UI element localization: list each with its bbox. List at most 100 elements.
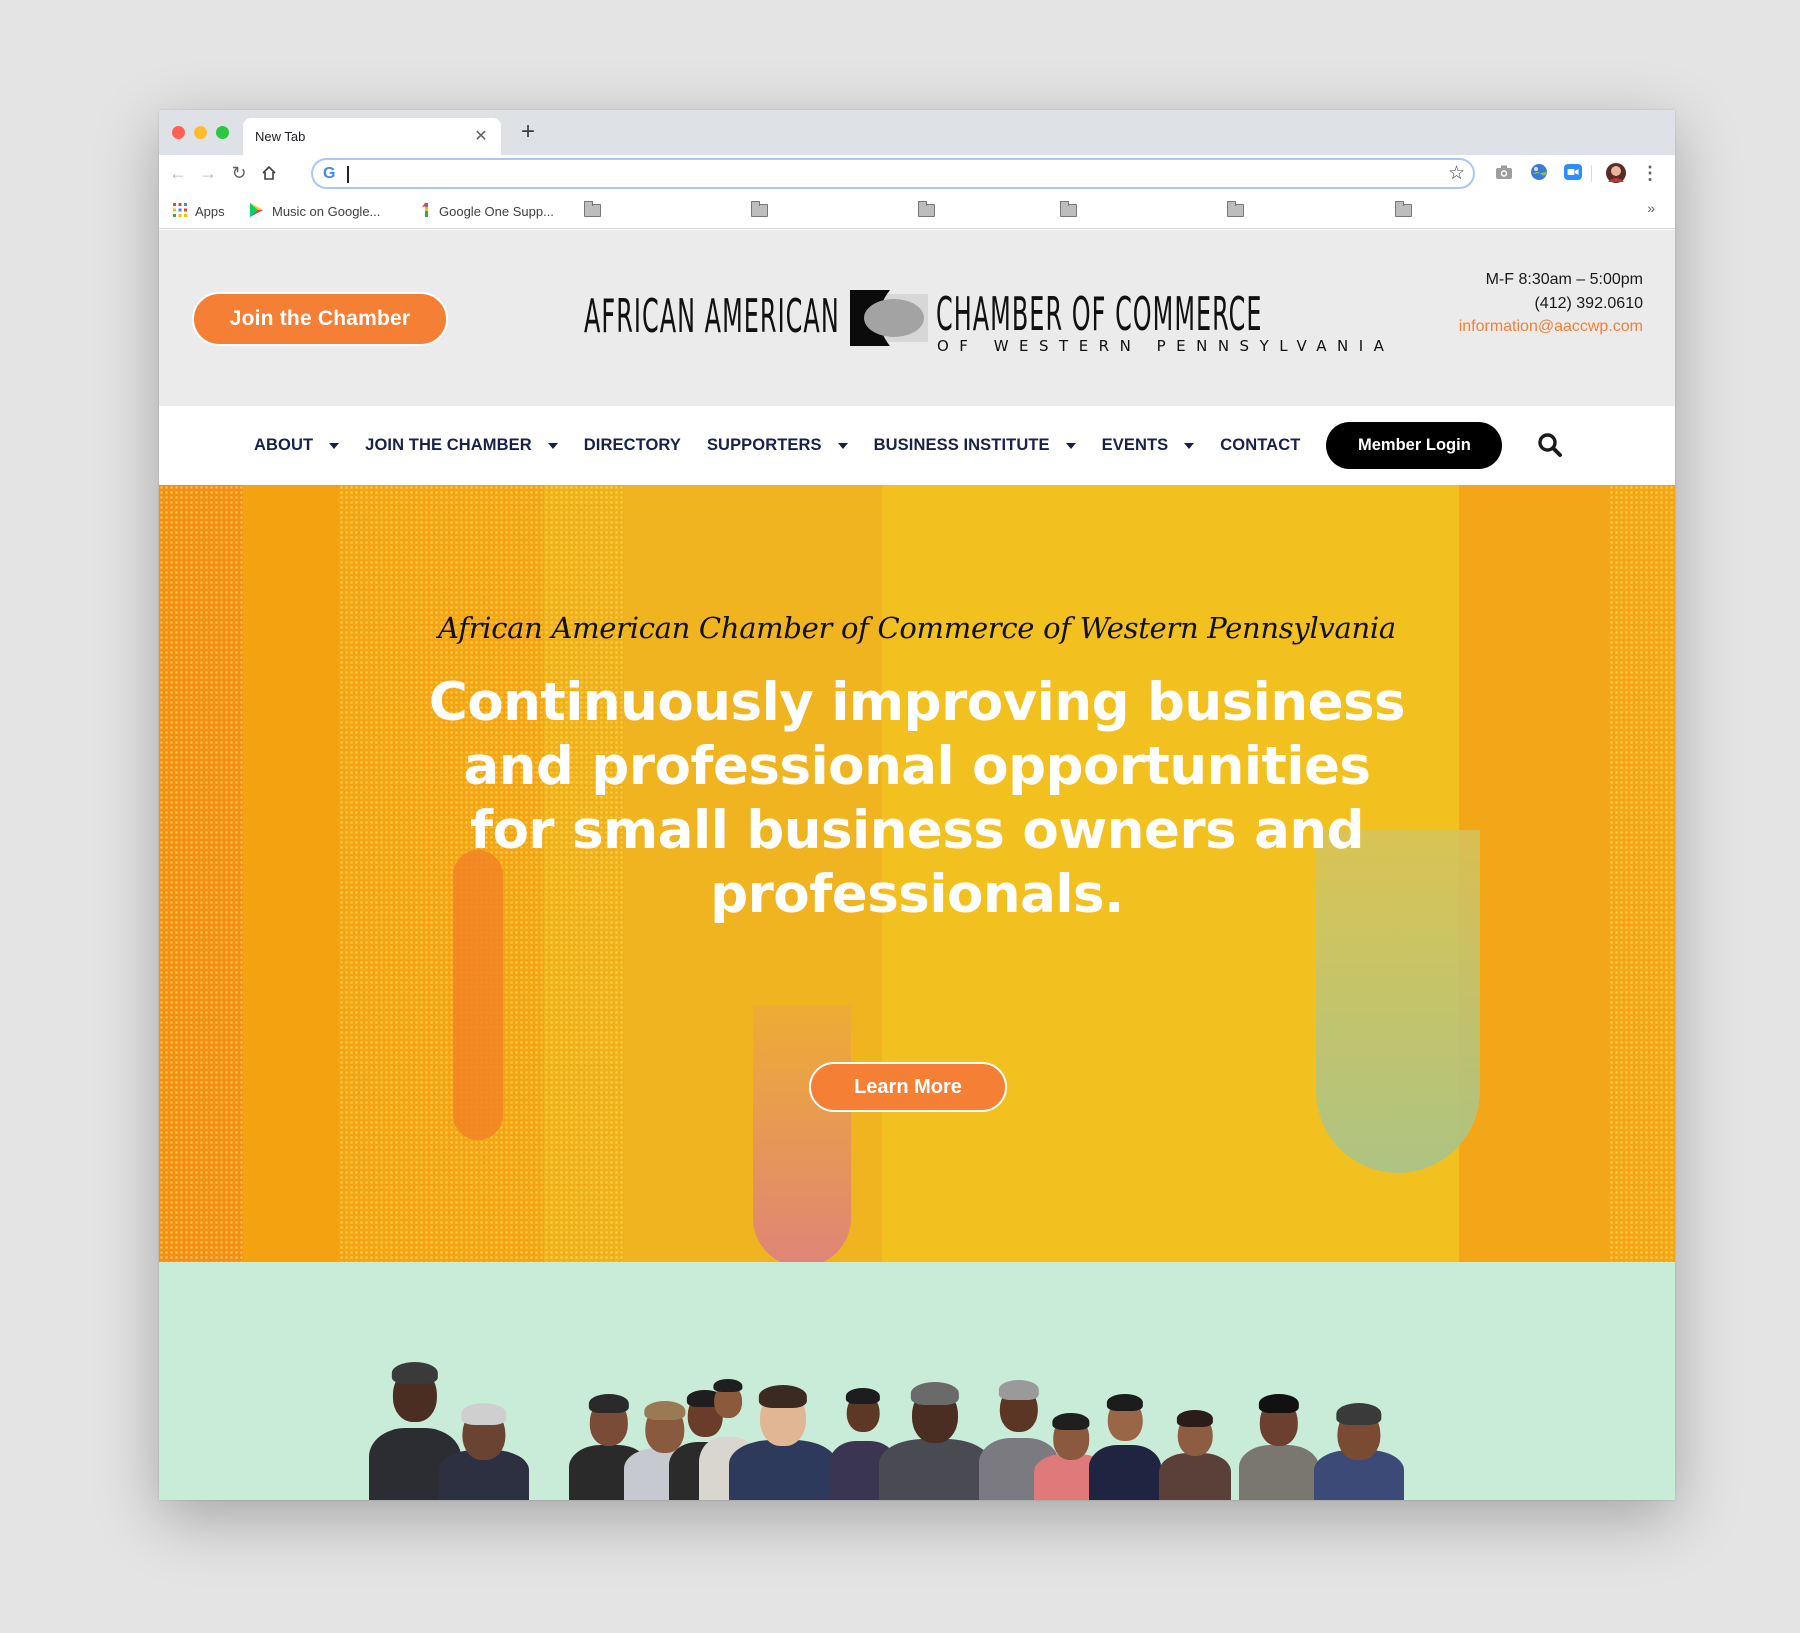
learn-more-button[interactable]: Learn More — [809, 1062, 1007, 1112]
text-cursor — [347, 166, 349, 183]
hero-stripe — [1609, 485, 1675, 1262]
folder-icon[interactable] — [584, 201, 601, 217]
team-member — [1089, 1385, 1161, 1500]
logo-text-chamber-of-commerce: CHAMBER OF COMMERCE — [936, 287, 1263, 341]
search-icon[interactable] — [1537, 432, 1565, 460]
caret-down-icon — [1065, 442, 1076, 449]
nav-item-business-institute[interactable]: BUSINESS INSTITUTE — [874, 436, 1076, 455]
forward-arrow-icon[interactable]: → — [197, 162, 219, 184]
phone-number[interactable]: (412) 392.0610 — [1459, 292, 1643, 316]
folder-icon[interactable] — [751, 201, 768, 217]
apps-grid-icon — [173, 202, 187, 220]
team-member — [439, 1395, 529, 1500]
bookmark-apps[interactable]: Apps — [173, 201, 225, 221]
team-member-hair — [910, 1382, 960, 1406]
hero-stripe — [243, 485, 339, 1262]
camera-icon[interactable] — [1494, 162, 1516, 184]
globe-extension-icon[interactable] — [1529, 162, 1551, 184]
back-arrow-icon[interactable]: ← — [167, 162, 189, 184]
nav-item-events[interactable]: EVENTS — [1102, 436, 1195, 455]
nav-label: JOIN THE CHAMBER — [365, 436, 532, 454]
folder-icon[interactable] — [1060, 201, 1077, 217]
nav-item-join-the-chamber[interactable]: JOIN THE CHAMBER — [365, 436, 558, 455]
folder-icon[interactable] — [918, 201, 935, 217]
nav-item-directory[interactable]: DIRECTORY — [584, 436, 681, 455]
team-member — [1314, 1395, 1404, 1500]
nav-label: DIRECTORY — [583, 436, 681, 454]
team-member-hair — [391, 1362, 439, 1385]
google-g-icon: G — [323, 165, 336, 182]
bookmark-music-on-google[interactable]: Music on Google... — [249, 201, 380, 221]
headline-line: Continuously improving business — [428, 672, 1406, 733]
team-member-body — [879, 1438, 991, 1500]
maximize-window-button[interactable] — [216, 126, 229, 139]
team-member-hair — [1106, 1394, 1144, 1412]
home-icon[interactable] — [258, 162, 280, 184]
headline-line: for small business owners and — [469, 800, 1365, 861]
hero-tagline: African American Chamber of Commerce of … — [438, 611, 1396, 645]
chamber-logo[interactable]: AFRICAN AMERICAN CHAMBER OF COMMERCE OF … — [584, 286, 1384, 356]
team-member-hair — [1258, 1394, 1300, 1414]
folder-icon[interactable] — [1395, 201, 1412, 217]
reload-icon[interactable]: ↻ — [228, 162, 250, 184]
close-icon[interactable]: ✕ — [473, 128, 489, 145]
team-member-hair — [1336, 1403, 1382, 1425]
bookmark-label: Google One Supp... — [439, 203, 554, 219]
bookmark-star-icon[interactable]: ☆ — [1448, 162, 1465, 185]
tab-title: New Tab — [255, 129, 306, 144]
profile-avatar[interactable] — [1605, 162, 1627, 184]
nav-label: SUPPORTERS — [706, 436, 822, 454]
minimize-window-button[interactable] — [194, 126, 207, 139]
team-member — [1239, 1385, 1319, 1500]
main-navigation: ABOUT JOIN THE CHAMBER DIRECTORY SUPPORT… — [159, 406, 1675, 485]
tab-new-tab[interactable]: New Tab ✕ — [243, 118, 501, 155]
team-member — [879, 1372, 991, 1500]
address-input[interactable] — [353, 163, 1403, 185]
folder-icon[interactable] — [1227, 201, 1244, 217]
email-link[interactable]: information@aaccwp.com — [1459, 315, 1643, 339]
nav-label: CONTACT — [1220, 436, 1301, 454]
tab-strip: New Tab ✕ + — [159, 110, 1675, 155]
decorative-pill-pink — [753, 1005, 851, 1262]
caret-down-icon — [1184, 442, 1195, 449]
more-bookmarks-icon[interactable]: » — [1647, 200, 1655, 216]
headline-line: and professional opportunities — [463, 736, 1371, 797]
menu-kebab-icon[interactable]: ⋮ — [1639, 162, 1661, 184]
nav-item-contact[interactable]: CONTACT — [1220, 436, 1300, 455]
team-member-hair — [998, 1380, 1040, 1400]
hero-stripe — [1459, 485, 1609, 1262]
logo-text-western-pennsylvania: OF WESTERN PENNSYLVANIA — [937, 337, 1395, 355]
play-icon — [249, 202, 264, 221]
plus-icon[interactable]: + — [516, 120, 540, 144]
bookmark-label: Music on Google... — [272, 203, 381, 219]
bookmark-label: Apps — [195, 203, 225, 219]
bookmarks-bar: Apps Music on Google... Google One Supp.… — [159, 192, 1675, 229]
join-the-chamber-button[interactable]: Join the Chamber — [192, 292, 448, 346]
member-login-button[interactable]: Member Login — [1326, 422, 1503, 469]
bookmark-google-one-support[interactable]: Google One Supp... — [421, 201, 554, 221]
caret-down-icon — [837, 442, 848, 449]
office-hours: M-F 8:30am – 5:00pm — [1485, 271, 1643, 288]
logo-mark-icon — [850, 290, 928, 346]
team-member-hair — [461, 1403, 507, 1425]
team-member-body — [1159, 1452, 1231, 1500]
caret-down-icon — [547, 442, 558, 449]
caret-down-icon — [329, 442, 340, 449]
team-member-body — [729, 1440, 837, 1500]
close-window-button[interactable] — [172, 126, 185, 139]
zoom-video-icon[interactable] — [1563, 162, 1585, 184]
team-member-hair — [1052, 1412, 1090, 1431]
nav-item-supporters[interactable]: SUPPORTERS — [707, 436, 848, 455]
team-member-hair — [758, 1385, 808, 1408]
nav-label: BUSINESS INSTITUTE — [873, 436, 1050, 454]
team-photo-section — [159, 1262, 1675, 1500]
nav-label: ABOUT — [254, 436, 314, 454]
site-header: Join the Chamber AFRICAN AMERICAN CHAMBE… — [159, 230, 1675, 406]
team-group-photo — [369, 1350, 1429, 1500]
hero-headline: Continuously improving business and prof… — [359, 671, 1475, 927]
browser-window: New Tab ✕ + ← → ↻ G ☆ ⋮ Apps Music on Go… — [159, 110, 1675, 1500]
address-bar[interactable]: G ☆ — [311, 158, 1475, 189]
google-one-icon — [421, 202, 431, 221]
nav-label: EVENTS — [1101, 436, 1169, 454]
nav-item-about[interactable]: ABOUT — [254, 436, 340, 455]
